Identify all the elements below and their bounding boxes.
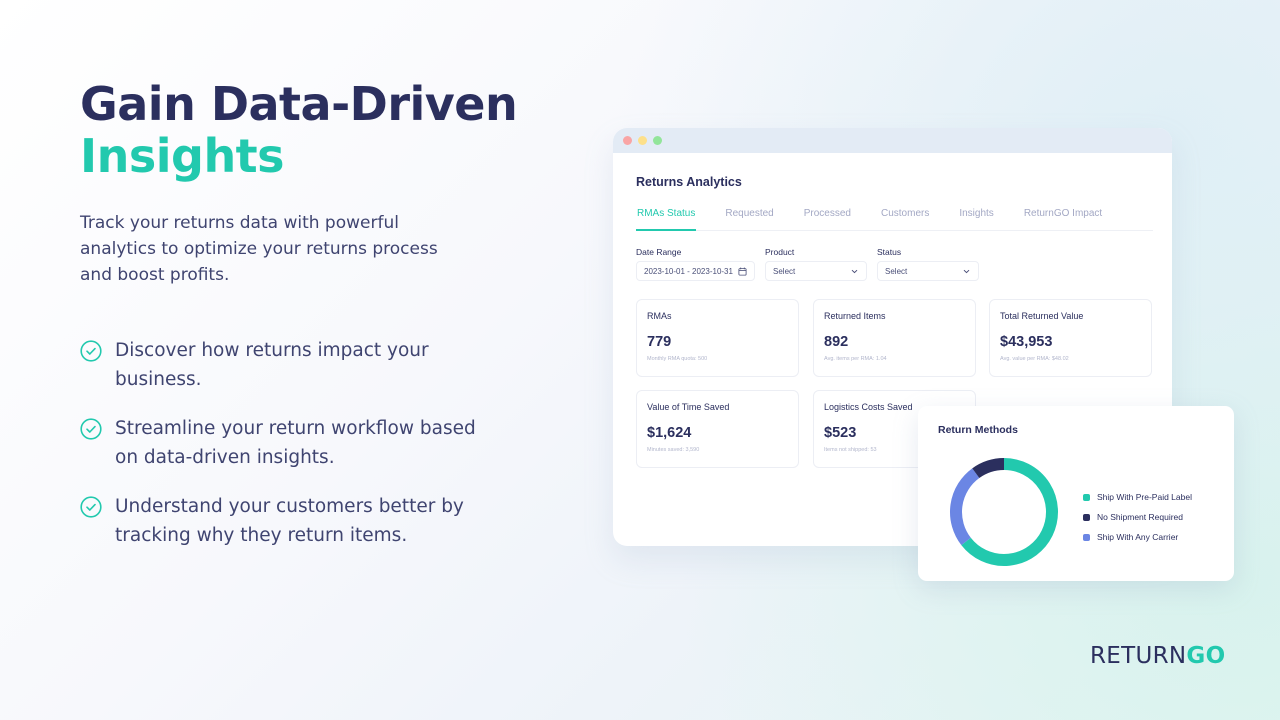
tab-customers[interactable]: Customers bbox=[879, 203, 931, 231]
status-label: Status bbox=[877, 247, 902, 257]
hero-section: Gain Data-Driven Insights Track your ret… bbox=[80, 78, 550, 288]
legend-label: Ship With Pre-Paid Label bbox=[1097, 492, 1192, 502]
kpi-value: 779 bbox=[647, 334, 672, 350]
chevron-down-icon bbox=[963, 269, 970, 273]
kpi-value: $1,624 bbox=[647, 425, 692, 441]
product-select[interactable]: Select bbox=[765, 261, 867, 281]
product-label: Product bbox=[765, 247, 795, 257]
legend-item: Ship With Pre-Paid Label bbox=[1083, 487, 1192, 507]
kpi-card-rmas: RMAs 779 Monthly RMA quota: 500 bbox=[636, 299, 799, 377]
return-methods-legend: Ship With Pre-Paid Label No Shipment Requ… bbox=[1083, 487, 1192, 547]
returngo-logo: RETURNGO bbox=[1090, 643, 1225, 669]
kpi-value: $43,953 bbox=[1000, 334, 1053, 350]
window-maximize-dot[interactable] bbox=[653, 136, 662, 145]
kpi-subtext: Avg. value per RMA: $48.02 bbox=[1000, 356, 1069, 362]
kpi-subtext: Avg. items per RMA: 1.04 bbox=[824, 356, 887, 362]
logo-part-go: GO bbox=[1186, 643, 1226, 669]
calendar-icon bbox=[738, 267, 747, 276]
window-minimize-dot[interactable] bbox=[638, 136, 647, 145]
product-filter: Product Select bbox=[765, 247, 867, 281]
date-range-value: 2023-10-01 - 2023-10-31 bbox=[644, 266, 733, 276]
tab-rmas-status[interactable]: RMAs Status bbox=[636, 203, 697, 231]
date-range-input[interactable]: 2023-10-01 - 2023-10-31 bbox=[636, 261, 755, 281]
return-methods-card: Return Methods Ship With Pre-Paid Label N… bbox=[918, 406, 1234, 581]
tab-returngo-impact[interactable]: ReturnGO Impact bbox=[1022, 203, 1104, 231]
check-circle-icon bbox=[80, 340, 102, 362]
kpi-card-time-saved: Value of Time Saved $1,624 Minutes saved… bbox=[636, 390, 799, 468]
legend-swatch bbox=[1083, 513, 1090, 521]
kpi-title: Value of Time Saved bbox=[647, 402, 730, 412]
kpi-title: RMAs bbox=[647, 311, 672, 321]
status-filter: Status Select bbox=[877, 247, 979, 281]
kpi-subtext: Minutes saved: 3,590 bbox=[647, 447, 700, 453]
page-title: Returns Analytics bbox=[636, 175, 742, 189]
status-select-value: Select bbox=[885, 266, 908, 276]
window-titlebar bbox=[613, 128, 1172, 153]
tab-insights[interactable]: Insights bbox=[957, 203, 995, 231]
analytics-tabs: RMAs Status Requested Processed Customer… bbox=[636, 203, 1153, 231]
hero-title-line2: Insights bbox=[80, 129, 285, 183]
feature-item: Streamline your return workflow based on… bbox=[80, 414, 510, 472]
window-close-dot[interactable] bbox=[623, 136, 632, 145]
legend-item: No Shipment Required bbox=[1083, 507, 1192, 527]
feature-item: Discover how returns impact your busines… bbox=[80, 336, 510, 394]
legend-label: Ship With Any Carrier bbox=[1097, 532, 1179, 542]
hero-title: Gain Data-Driven Insights bbox=[80, 78, 550, 182]
kpi-title: Total Returned Value bbox=[1000, 311, 1084, 321]
legend-swatch bbox=[1083, 493, 1090, 501]
donut-slice-ship-with-pre-paid-label[interactable] bbox=[961, 458, 1058, 566]
legend-swatch bbox=[1083, 533, 1090, 541]
kpi-subtext: Monthly RMA quota: 500 bbox=[647, 356, 708, 362]
kpi-value: 892 bbox=[824, 334, 849, 350]
return-methods-donut bbox=[950, 458, 1058, 566]
tab-requested[interactable]: Requested bbox=[723, 203, 775, 231]
legend-label: No Shipment Required bbox=[1097, 512, 1183, 522]
feature-item: Understand your customers better by trac… bbox=[80, 492, 510, 550]
date-range-label: Date Range bbox=[636, 247, 682, 257]
feature-list: Discover how returns impact your busines… bbox=[80, 336, 510, 570]
hero-description: Track your returns data with powerful an… bbox=[80, 213, 438, 285]
date-range-filter: Date Range 2023-10-01 - 2023-10-31 bbox=[636, 247, 755, 281]
feature-text: Discover how returns impact your busines… bbox=[115, 340, 429, 390]
tab-processed[interactable]: Processed bbox=[802, 203, 853, 231]
legend-item: Ship With Any Carrier bbox=[1083, 527, 1192, 547]
kpi-card-total-returned-value: Total Returned Value $43,953 Avg. value … bbox=[989, 299, 1152, 377]
hero-title-line1: Gain Data-Driven bbox=[80, 77, 518, 131]
donut-slice-no-shipment-required[interactable] bbox=[972, 458, 1005, 479]
kpi-card-returned-items: Returned Items 892 Avg. items per RMA: 1… bbox=[813, 299, 976, 377]
logo-part-return: RETURN bbox=[1090, 643, 1187, 669]
check-circle-icon bbox=[80, 418, 102, 440]
kpi-title: Returned Items bbox=[824, 311, 886, 321]
status-select[interactable]: Select bbox=[877, 261, 979, 281]
filter-bar: Date Range 2023-10-01 - 2023-10-31 Produ… bbox=[636, 247, 979, 281]
product-select-value: Select bbox=[773, 266, 796, 276]
feature-text: Understand your customers better by trac… bbox=[115, 496, 464, 546]
feature-text: Streamline your return workflow based on… bbox=[115, 418, 476, 468]
chevron-down-icon bbox=[851, 269, 858, 273]
donut-slice-ship-with-any-carrier[interactable] bbox=[950, 468, 980, 546]
check-circle-icon bbox=[80, 496, 102, 518]
return-methods-title: Return Methods bbox=[938, 424, 1018, 436]
